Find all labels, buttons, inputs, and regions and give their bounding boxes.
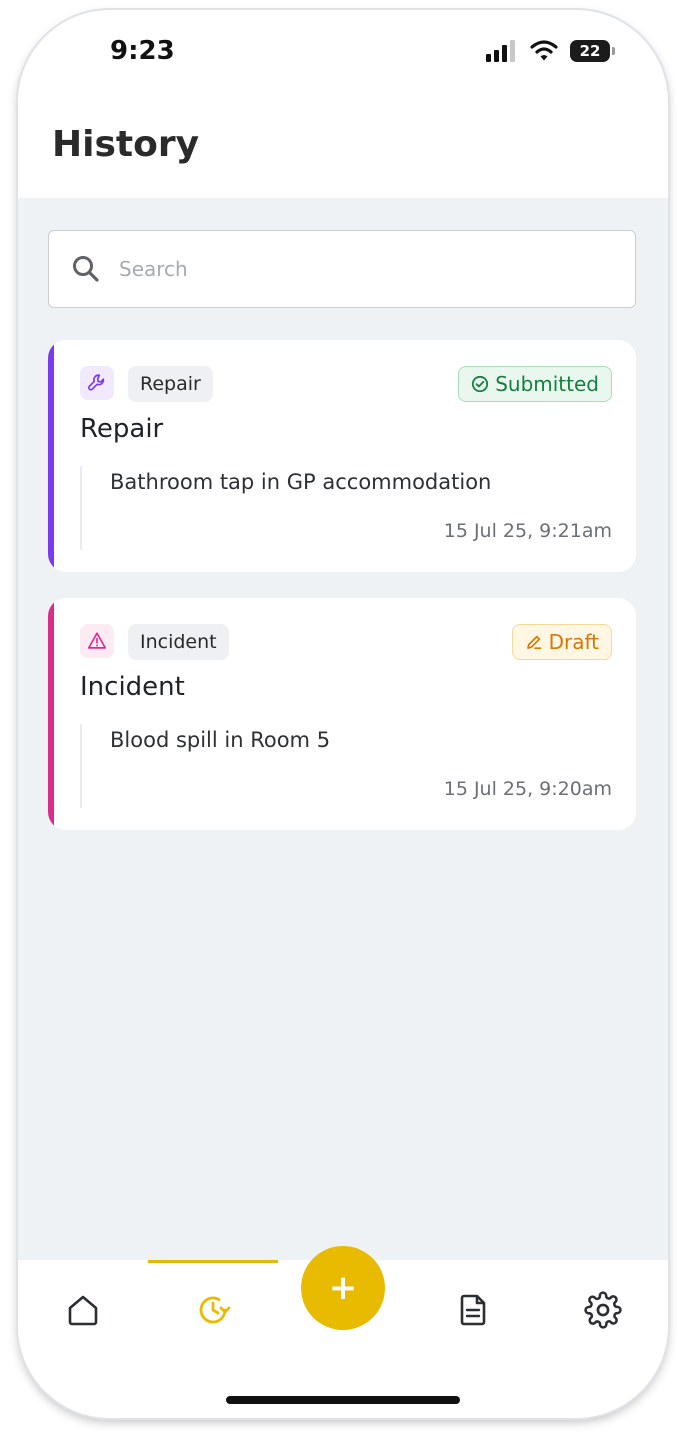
- search-bar[interactable]: [48, 230, 636, 308]
- wifi-icon: [530, 40, 558, 61]
- type-chip: Incident: [128, 624, 229, 660]
- card-accent-bar: [48, 340, 54, 572]
- card-body: Bathroom tap in GP accommodation 15 Jul …: [80, 466, 612, 550]
- status-badge-label: Draft: [548, 630, 599, 654]
- document-icon: [460, 1294, 486, 1326]
- battery-indicator: 22: [570, 40, 615, 62]
- add-icon: +: [328, 1268, 358, 1308]
- warning-icon: [80, 624, 114, 658]
- pencil-icon: [526, 635, 541, 650]
- search-icon: [73, 256, 99, 282]
- type-chip: Repair: [128, 366, 213, 402]
- card-date: 15 Jul 25, 9:20am: [443, 778, 612, 800]
- card-title: Repair: [80, 414, 164, 444]
- card-date: 15 Jul 25, 9:21am: [443, 520, 612, 542]
- card-body: Blood spill in Room 5 15 Jul 25, 9:20am: [80, 724, 612, 808]
- add-button[interactable]: +: [301, 1246, 385, 1330]
- phone-frame: 9:23 22 History Search Repair Submitted …: [18, 10, 668, 1418]
- status-icons: 22: [486, 40, 615, 62]
- status-badge-draft: Draft: [511, 624, 612, 660]
- search-input[interactable]: [117, 256, 581, 282]
- nav-documents[interactable]: [408, 1280, 538, 1340]
- nav-settings[interactable]: [538, 1280, 668, 1340]
- settings-icon: [584, 1291, 622, 1329]
- status-badge-submitted: Submitted: [458, 366, 612, 402]
- history-card-incident[interactable]: Incident Draft Incident Blood spill in R…: [48, 598, 636, 830]
- status-badge-label: Submitted: [495, 372, 599, 396]
- nav-history[interactable]: [148, 1260, 278, 1340]
- page-title: History: [52, 124, 200, 165]
- card-title: Incident: [80, 672, 185, 702]
- home-icon: [68, 1295, 98, 1326]
- nav-home[interactable]: [18, 1280, 148, 1340]
- history-card-repair[interactable]: Repair Submitted Repair Bathroom tap in …: [48, 340, 636, 572]
- wrench-icon: [80, 366, 114, 400]
- card-accent-bar: [48, 598, 54, 830]
- status-time: 9:23: [110, 36, 175, 66]
- check-circle-icon: [472, 375, 489, 393]
- card-description: Bathroom tap in GP accommodation: [110, 470, 492, 494]
- card-description: Blood spill in Room 5: [110, 728, 331, 752]
- top-area: 9:23 22 History: [18, 10, 668, 198]
- signal-icon: [486, 40, 515, 62]
- history-icon: [199, 1296, 231, 1324]
- home-indicator[interactable]: [226, 1396, 460, 1404]
